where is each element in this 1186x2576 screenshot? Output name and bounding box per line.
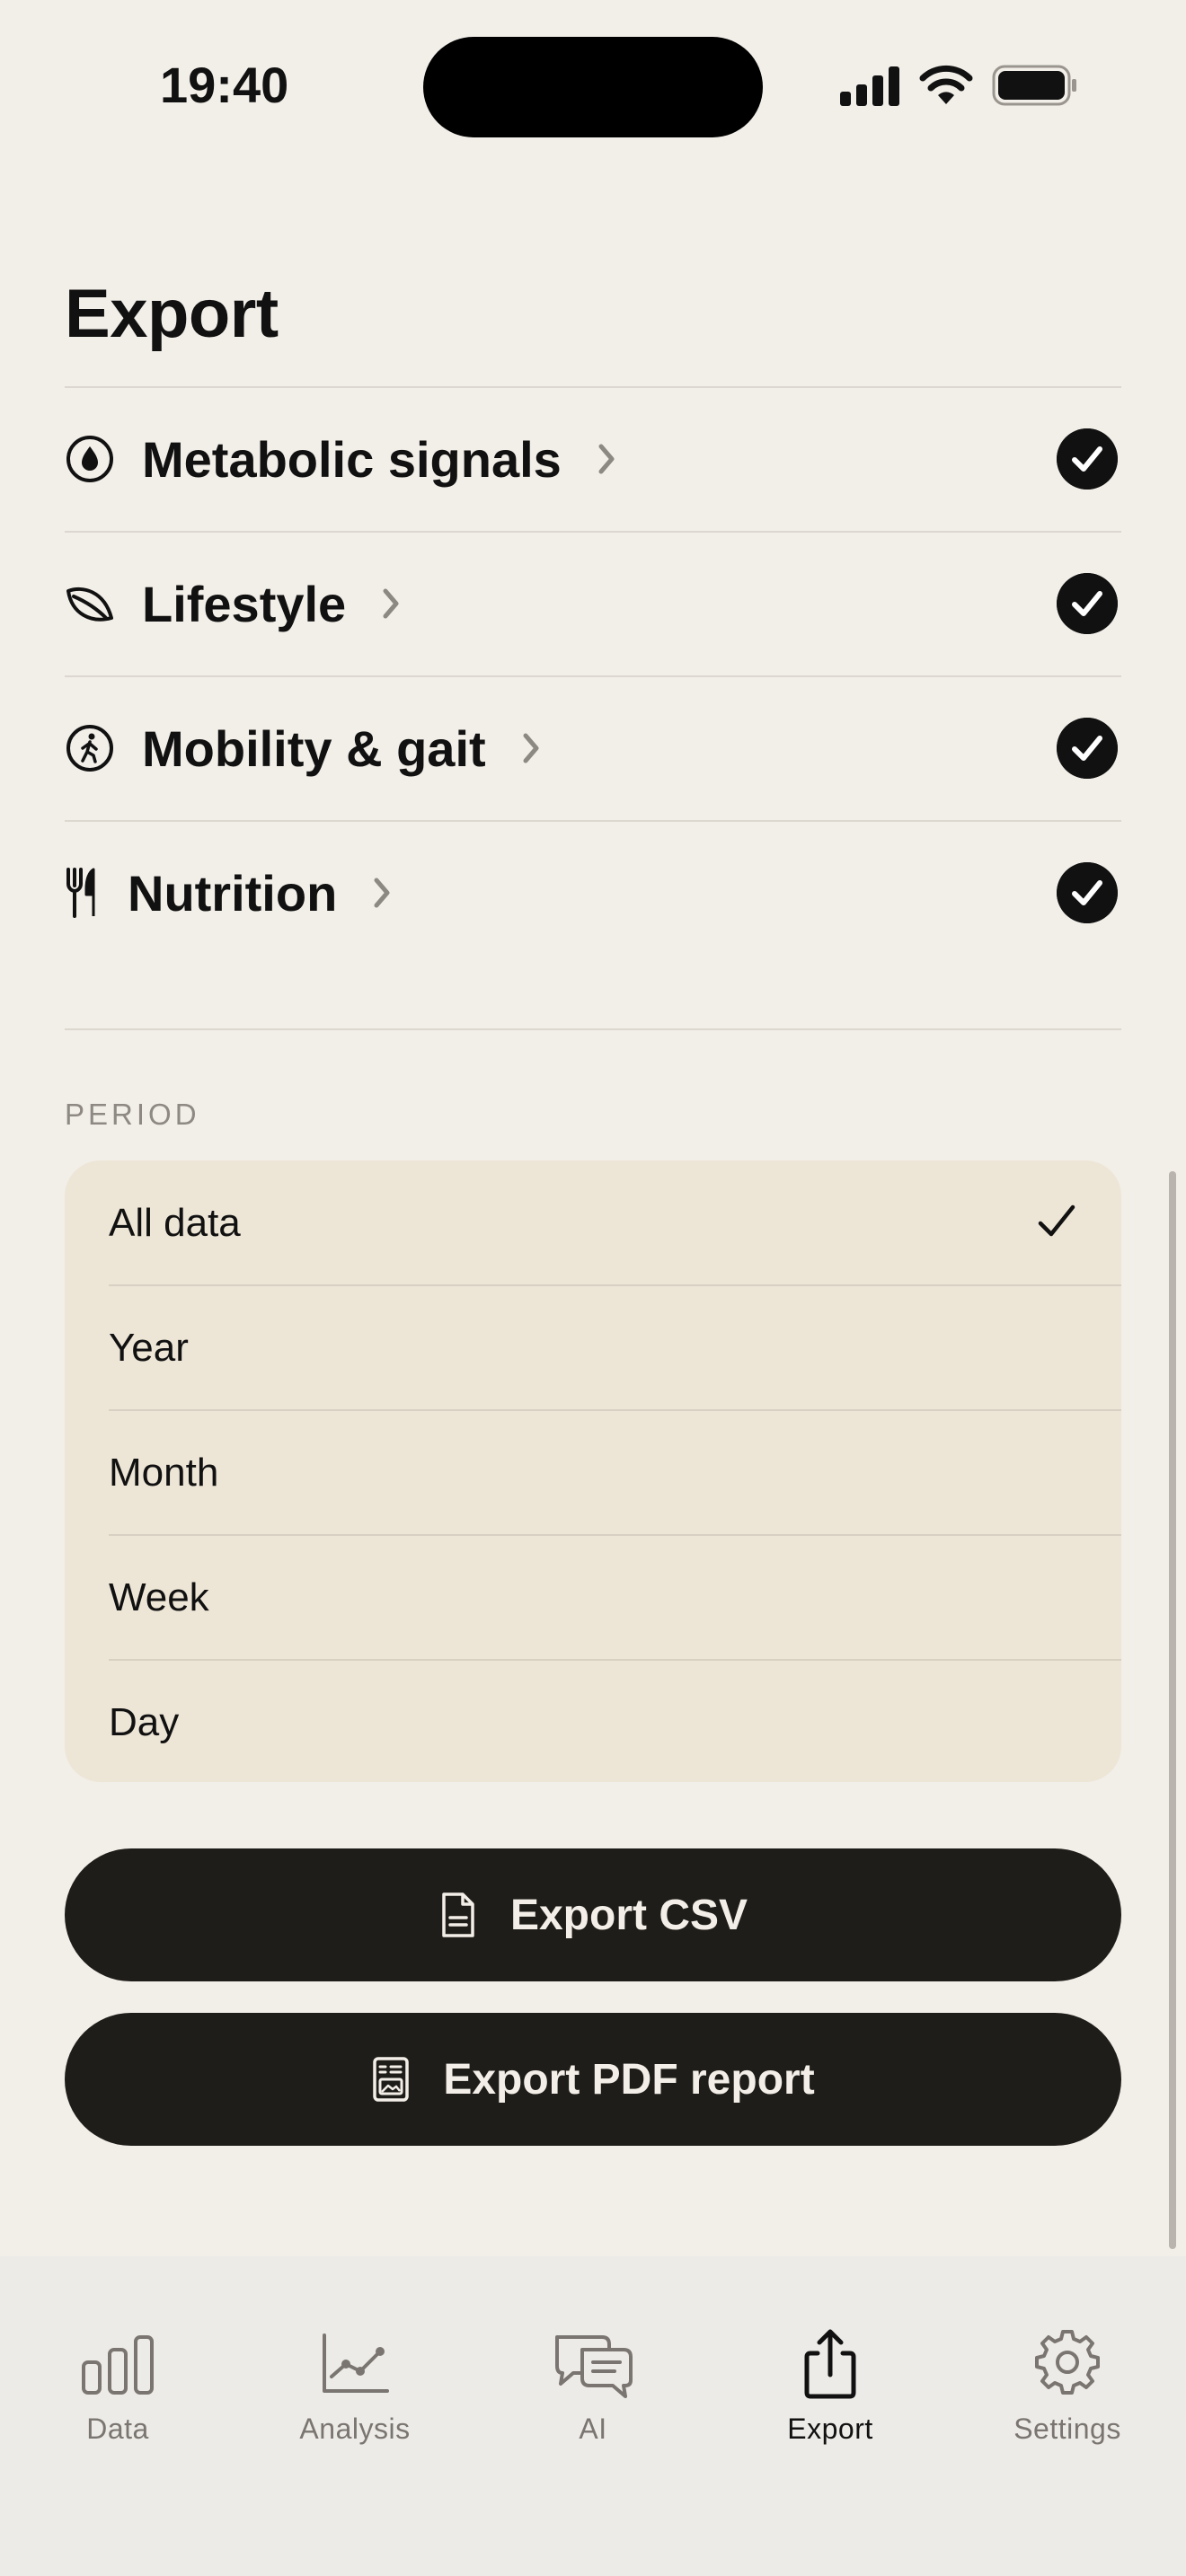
chevron-right-icon (374, 878, 390, 908)
share-icon (804, 2329, 856, 2399)
export-pdf-button[interactable]: Export PDF report (65, 2013, 1121, 2146)
period-option-label: Day (109, 1699, 180, 1744)
period-picker: All data Year Month Week Day (65, 1160, 1121, 1782)
category-row-mobility-gait[interactable]: Mobility & gait (65, 676, 1121, 820)
chat-bubbles-icon (555, 2335, 633, 2398)
tab-label: Settings (1013, 2413, 1121, 2445)
category-label: Lifestyle (142, 575, 347, 632)
dynamic-island (423, 37, 763, 137)
category-row-lifestyle[interactable]: Lifestyle (65, 532, 1121, 675)
status-bar: 19:40 (0, 0, 1186, 171)
fork-knife-icon (66, 868, 95, 918)
checkmark-circle-icon[interactable] (1057, 573, 1118, 634)
divider (65, 1028, 1121, 1030)
period-option-year[interactable]: Year (65, 1285, 1121, 1410)
category-label: Mobility & gait (142, 719, 486, 777)
export-csv-button[interactable]: Export CSV (65, 1848, 1121, 1981)
tab-ai[interactable]: AI (503, 2328, 683, 2454)
period-option-label: Year (109, 1325, 189, 1370)
report-icon (373, 2057, 410, 2102)
line-chart-icon (323, 2333, 389, 2393)
checkmark-circle-icon[interactable] (1057, 718, 1118, 779)
walking-figure-icon (66, 725, 113, 772)
tab-export[interactable]: Export (740, 2328, 920, 2454)
chevron-right-icon (383, 588, 399, 619)
tab-data[interactable]: Data (28, 2328, 208, 2454)
page-title: Export (65, 276, 279, 352)
gear-icon (1035, 2330, 1100, 2395)
period-option-day[interactable]: Day (65, 1660, 1121, 1782)
tab-settings[interactable]: Settings (978, 2328, 1157, 2454)
tab-label: Analysis (299, 2413, 411, 2445)
checkmark-icon (1038, 1204, 1075, 1237)
tab-analysis[interactable]: Analysis (265, 2328, 445, 2454)
chevron-right-icon (523, 733, 539, 763)
tab-bar: Data Analysis AI Export Settings (0, 2256, 1186, 2576)
leaf-icon (66, 587, 113, 622)
wifi-icon (919, 65, 973, 104)
period-option-week[interactable]: Week (65, 1535, 1121, 1660)
cellular-signal-icon (840, 66, 899, 106)
tab-label: Data (86, 2413, 149, 2445)
period-section-label: PERIOD (65, 1098, 200, 1131)
period-option-label: Month (109, 1450, 219, 1495)
period-option-all-data[interactable]: All data (65, 1160, 1121, 1285)
document-icon (442, 1892, 474, 1937)
period-option-label: Week (109, 1575, 209, 1619)
export-csv-label: Export CSV (509, 1891, 748, 1939)
status-time: 19:40 (160, 57, 289, 113)
bar-chart-icon (82, 2335, 154, 2395)
category-label: Metabolic signals (142, 430, 562, 488)
battery-icon (992, 65, 1076, 106)
period-option-label: All data (109, 1200, 241, 1245)
checkmark-circle-icon[interactable] (1057, 862, 1118, 923)
scrollbar[interactable] (1169, 1171, 1176, 2249)
category-label: Nutrition (128, 864, 338, 922)
period-option-month[interactable]: Month (65, 1410, 1121, 1535)
tab-label: Export (787, 2413, 873, 2445)
category-row-nutrition[interactable]: Nutrition (65, 821, 1121, 965)
export-pdf-label: Export PDF report (443, 2055, 815, 2104)
checkmark-circle-icon[interactable] (1057, 428, 1118, 490)
chevron-right-icon (598, 444, 615, 474)
category-row-metabolic-signals[interactable]: Metabolic signals (65, 387, 1121, 531)
tab-label: AI (579, 2413, 607, 2445)
drop-icon (66, 436, 113, 482)
